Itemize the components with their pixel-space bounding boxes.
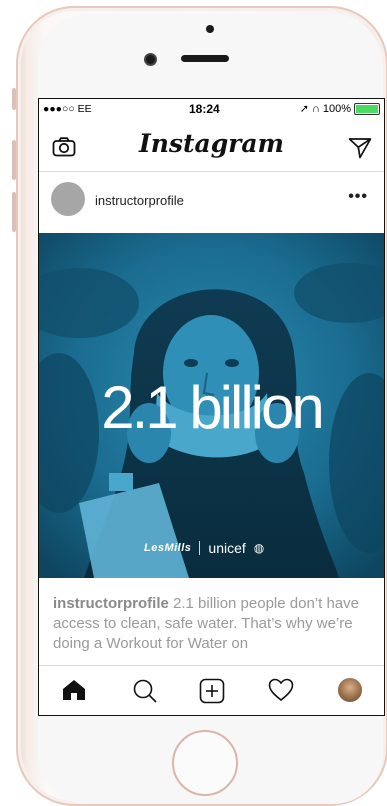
front-camera [146,55,155,64]
home-icon[interactable] [61,678,87,707]
post-headline: 2.1 billion [101,374,325,441]
more-options-button[interactable]: ••• [348,188,368,206]
tab-bar [39,665,384,715]
screen: ●●●○○ EE 18:24 ➚ ∩ 100% Instagram instru… [38,98,385,716]
post-image[interactable]: 2.1 billion LesMills unicef ◍ [39,233,384,578]
profile-avatar[interactable] [338,678,362,702]
direct-message-icon[interactable] [348,137,372,164]
volume-up-button [12,140,16,180]
headphones-icon: ∩ [311,102,320,115]
brand-logos: LesMills unicef ◍ [144,540,264,556]
status-right: ➚ ∩ 100% [300,102,380,115]
location-icon: ➚ [299,103,309,115]
avatar[interactable] [51,182,85,216]
app-header: Instagram [39,119,384,172]
battery-percent: 100% [322,102,351,115]
search-icon[interactable] [132,678,158,709]
post-caption: instructorprofile 2.1 billion people don… [53,594,373,654]
lesmills-logo: LesMills [144,542,192,554]
mute-switch [12,88,16,110]
volume-down-button [12,192,16,232]
carrier-signal: ●●●○○ EE [43,103,92,115]
status-time: 18:24 [189,102,220,116]
app-logo: Instagram [139,129,284,158]
status-bar: ●●●○○ EE 18:24 ➚ ∩ 100% [39,99,384,119]
unicef-emblem-icon: ◍ [253,541,265,555]
brand-divider [199,541,201,555]
post-username[interactable]: instructorprofile [95,193,184,208]
caption-username[interactable]: instructorprofile [53,595,169,612]
battery-icon [354,102,380,115]
post-header: instructorprofile ••• [39,172,384,228]
unicef-logo: unicef [208,540,246,556]
proximity-sensor [206,25,214,33]
home-button[interactable] [172,730,238,796]
earpiece-speaker [181,55,229,62]
add-post-icon[interactable] [199,678,225,709]
activity-heart-icon[interactable] [268,678,294,707]
